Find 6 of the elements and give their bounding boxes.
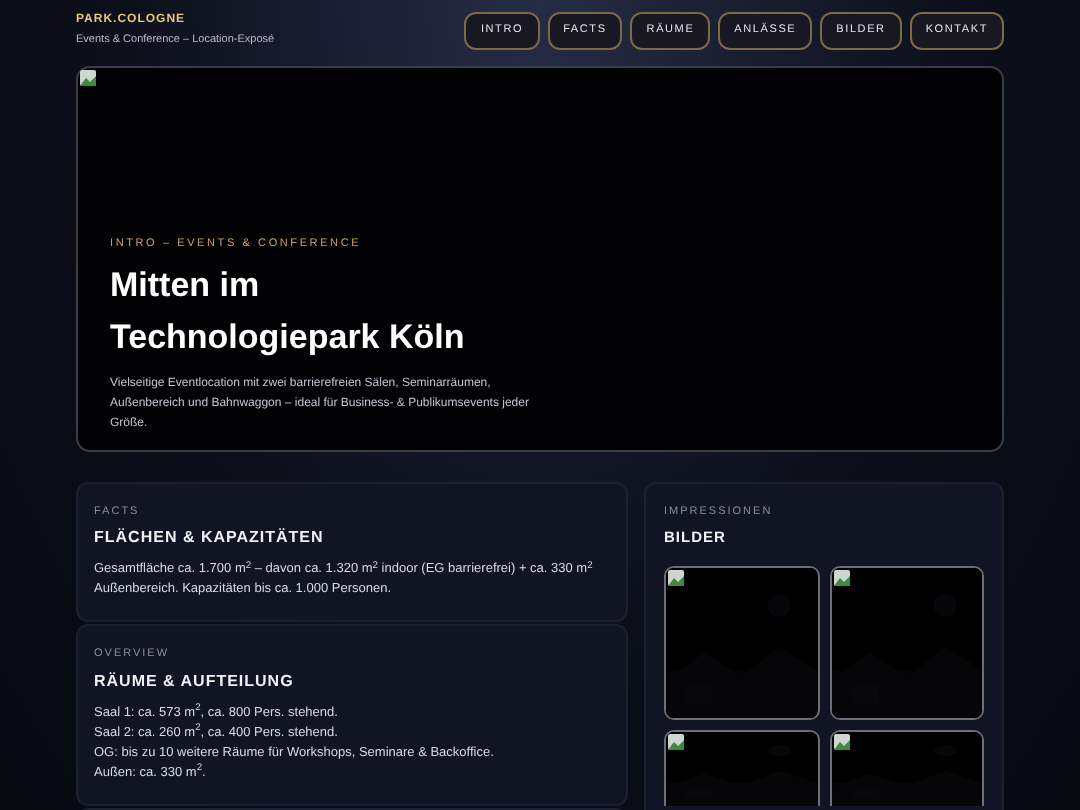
broken-image-icon [80, 70, 96, 86]
hero-title: Mitten im Technologiepark Köln [110, 264, 467, 361]
card-title: FLÄCHEN & KAPAZITÄTEN [94, 526, 326, 551]
broken-image-icon [668, 569, 684, 585]
broken-image-icon [668, 733, 684, 749]
card-title: RÄUME & AUFTEILUNG [94, 669, 296, 693]
